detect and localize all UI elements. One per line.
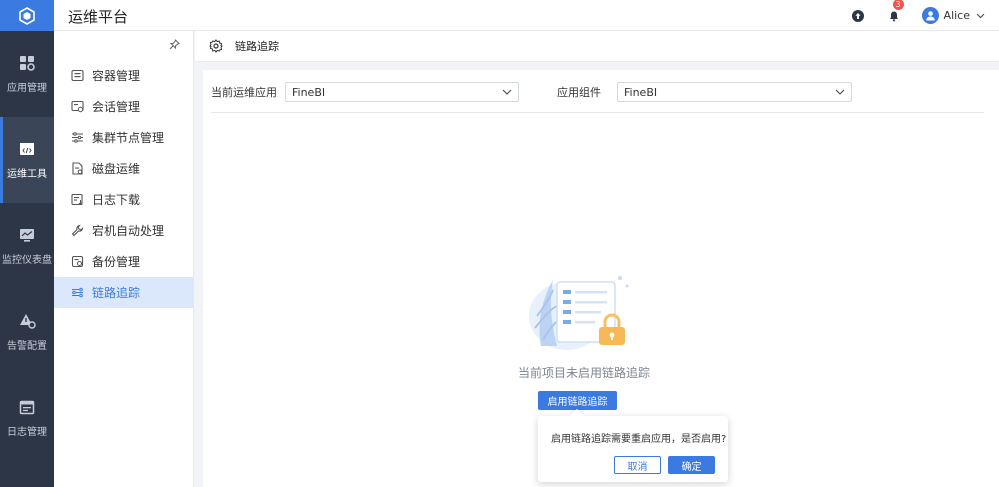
pin-icon <box>169 39 180 50</box>
nav-label: 应用管理 <box>7 83 47 94</box>
cancel-button[interactable]: 取消 <box>614 456 661 474</box>
page-header: 链路追踪 <box>195 31 999 62</box>
component-select-label: 应用组件 <box>557 86 601 99</box>
bell-icon <box>889 11 898 21</box>
nav-label: 日志管理 <box>7 427 47 438</box>
sliders-icon <box>71 132 83 143</box>
notification-button[interactable]: 3 <box>886 0 904 24</box>
trace-icon <box>71 287 83 298</box>
backup-icon <box>71 255 83 268</box>
log-download-icon <box>70 193 83 206</box>
chevron-down-icon <box>976 13 985 18</box>
submenu-label: 容器管理 <box>92 69 141 83</box>
disk-file-icon <box>71 162 83 175</box>
app-select-label: 当前运维应用 <box>211 86 277 99</box>
empty-state-message: 当前项目未启用链路追踪 <box>518 366 651 380</box>
upload-circle-icon <box>851 9 864 22</box>
submenu-label: 宕机自动处理 <box>92 224 165 238</box>
apps-grid-icon <box>20 56 35 71</box>
top-bar: 运维平台 3 Alice <box>0 0 999 31</box>
user-name: Alice <box>943 9 970 22</box>
chevron-down-icon <box>502 89 512 95</box>
chevron-down-icon <box>835 89 845 95</box>
pin-button[interactable] <box>169 39 180 53</box>
monitor-icon <box>20 229 34 242</box>
app-select[interactable]: FineBI <box>285 82 519 102</box>
logo[interactable] <box>0 0 54 31</box>
alert-settings-icon <box>19 314 36 329</box>
submenu-label: 备份管理 <box>92 255 141 269</box>
enable-trace-button[interactable]: 启用链路追踪 <box>538 391 617 410</box>
divider <box>211 112 984 113</box>
confirm-button[interactable]: 确定 <box>668 456 715 474</box>
avatar <box>921 7 939 24</box>
wrench-icon <box>71 224 83 237</box>
user-menu[interactable]: Alice <box>921 7 985 24</box>
submenu-item-disk-ops[interactable]: 磁盘运维 <box>54 153 194 184</box>
submenu-label: 日志下载 <box>92 193 141 207</box>
gear-icon <box>209 39 223 53</box>
user-icon <box>925 11 935 21</box>
page-title: 链路追踪 <box>235 40 279 53</box>
nav-label: 告警配置 <box>7 341 47 352</box>
submenu-item-backup[interactable]: 备份管理 <box>54 246 194 277</box>
code-window-icon <box>20 143 34 155</box>
filter-bar: 当前运维应用 FineBI 应用组件 FineBI <box>211 82 852 102</box>
nav-item-monitor-dashboard[interactable]: 监控仪表盘 <box>0 203 54 289</box>
submenu-label: 会话管理 <box>92 100 141 114</box>
nav-item-app-management[interactable]: 应用管理 <box>0 31 54 117</box>
cube-logo-icon <box>19 6 35 25</box>
container-icon <box>70 69 84 82</box>
notification-badge: 3 <box>892 0 904 10</box>
component-select[interactable]: FineBI <box>617 82 852 102</box>
submenu-label: 集群节点管理 <box>92 131 165 145</box>
nav-item-alert-config[interactable]: 告警配置 <box>0 289 54 375</box>
upload-button[interactable] <box>850 8 866 24</box>
component-select-value: FineBI <box>624 85 658 99</box>
submenu-item-container[interactable]: 容器管理 <box>54 60 194 91</box>
submenu-item-trace[interactable]: 链路追踪 <box>54 277 194 308</box>
submenu-label: 链路追踪 <box>92 286 141 300</box>
popover-message: 启用链路追踪需要重启应用，是否启用? <box>551 434 727 445</box>
confirm-popover: 启用链路追踪需要重启应用，是否启用? 取消 确定 <box>538 408 728 482</box>
nav-item-ops-tools[interactable]: 运维工具 <box>0 117 54 203</box>
session-icon <box>70 100 84 113</box>
submenu: 容器管理 会话管理 集群节点管理 磁盘运维 日志下载 宕机自动处理 备份管理 链… <box>54 31 194 487</box>
calendar-log-icon <box>19 400 35 415</box>
locked-document-illustration <box>529 276 629 350</box>
submenu-item-log-download[interactable]: 日志下载 <box>54 184 194 215</box>
submenu-item-session[interactable]: 会话管理 <box>54 91 194 122</box>
submenu-label: 磁盘运维 <box>92 162 141 176</box>
submenu-item-cluster-nodes[interactable]: 集群节点管理 <box>54 122 194 153</box>
submenu-item-auto-recovery[interactable]: 宕机自动处理 <box>54 215 194 246</box>
app-title: 运维平台 <box>68 8 129 26</box>
main-nav: 应用管理 运维工具 监控仪表盘 告警配置 日志管理 <box>0 31 54 487</box>
nav-item-log-management[interactable]: 日志管理 <box>0 375 54 461</box>
app-select-value: FineBI <box>292 85 326 99</box>
nav-label: 监控仪表盘 <box>2 255 52 266</box>
nav-label: 运维工具 <box>7 169 47 180</box>
